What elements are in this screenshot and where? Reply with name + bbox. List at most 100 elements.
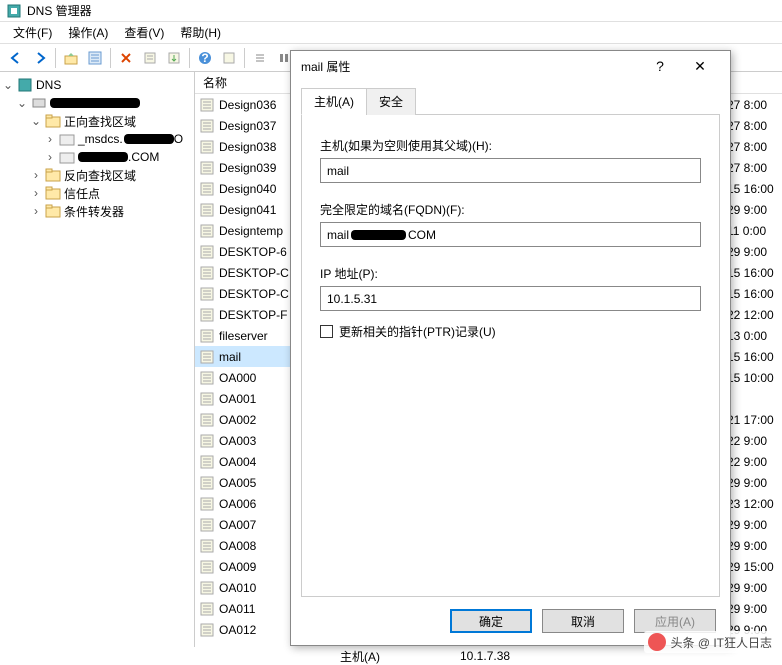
dns-icon [17,77,33,93]
record-name: Design038 [219,140,276,154]
record-name: OA008 [219,539,256,553]
back-button[interactable] [5,47,27,69]
record-icon [199,223,215,239]
record-icon [199,265,215,281]
ptr-label: 更新相关的指针(PTR)记录(U) [339,323,496,340]
refresh-button[interactable] [218,47,240,69]
zone-icon [59,131,75,147]
timestamp-cell: 22 9:00 [727,430,782,451]
tree-reverse-zone[interactable]: › 反向查找区域 [2,166,192,184]
cancel-button[interactable]: 取消 [542,609,624,633]
record-name: Design040 [219,182,276,196]
properties-dialog: mail 属性 ? ✕ 主机(A) 安全 主机(如果为空则使用其父域)(H): … [290,50,731,646]
redacted-text [50,98,140,108]
forward-button[interactable] [29,47,51,69]
menu-file[interactable]: 文件(F) [5,22,60,43]
record-name: OA007 [219,518,256,532]
tree-trust[interactable]: › 信任点 [2,184,192,202]
record-name: OA006 [219,497,256,511]
tree-server[interactable]: ⌄ [2,94,192,112]
timestamp-cell: 27 8:00 [727,94,782,115]
record-icon [199,580,215,596]
checkbox-icon[interactable] [320,325,333,338]
record-icon [199,307,215,323]
record-name: fileserver [219,329,268,343]
expand-icon[interactable]: › [44,150,56,164]
timestamp-column: 27 8:0027 8:0027 8:0027 8:0015 16:0029 9… [727,72,782,647]
help-button[interactable]: ? [194,47,216,69]
export-button[interactable] [163,47,185,69]
record-name: Design039 [219,161,276,175]
timestamp-cell: 23 12:00 [727,493,782,514]
menu-action[interactable]: 操作(A) [60,22,116,43]
timestamp-cell: 29 9:00 [727,199,782,220]
timestamp-cell: 21 17:00 [727,409,782,430]
tree-forward-zone[interactable]: ⌄ 正向查找区域 [2,112,192,130]
menu-help[interactable]: 帮助(H) [172,22,229,43]
record-icon [199,559,215,575]
ptr-checkbox-row[interactable]: 更新相关的指针(PTR)记录(U) [320,323,701,340]
up-button[interactable] [60,47,82,69]
tree-zone[interactable]: › .COM [2,148,192,166]
status-ip: 10.1.7.38 [420,649,550,663]
record-name: OA000 [219,371,256,385]
ip-input[interactable] [320,286,701,311]
timestamp-cell: 27 8:00 [727,157,782,178]
record-icon [199,601,215,617]
timestamp-cell: 29 9:00 [727,598,782,619]
timestamp-cell: 29 9:00 [727,241,782,262]
detail-button[interactable] [84,47,106,69]
ok-button[interactable]: 确定 [450,609,532,633]
record-icon [199,496,215,512]
record-icon [199,538,215,554]
folder-icon [45,167,61,183]
window-title: DNS 管理器 [27,2,92,19]
properties-button[interactable] [139,47,161,69]
expand-icon[interactable]: › [30,204,42,218]
help-button[interactable]: ? [640,58,680,74]
watermark: 头条 @ IT狂人日志 [644,631,776,653]
timestamp-cell: 22 9:00 [727,451,782,472]
record-icon [199,370,215,386]
tree-root[interactable]: ⌄ DNS [2,76,192,94]
apply-button[interactable]: 应用(A) [634,609,716,633]
expand-icon[interactable]: › [44,132,56,146]
record-name: OA005 [219,476,256,490]
record-name: Design036 [219,98,276,112]
close-button[interactable]: ✕ [680,58,720,75]
expand-icon[interactable]: › [30,168,42,182]
record-icon [199,181,215,197]
record-name: OA001 [219,392,256,406]
record-icon [199,412,215,428]
record-icon [199,454,215,470]
tree-panel: ⌄ DNS ⌄ ⌄ 正向查找区域 › _msdcs.O › .COM › 反向查… [0,72,195,647]
host-input[interactable] [320,158,701,183]
timestamp-cell: 11 0:00 [727,220,782,241]
collapse-icon[interactable]: ⌄ [30,114,42,128]
window-title-bar: DNS 管理器 [0,0,782,22]
record-name: OA003 [219,434,256,448]
expand-icon[interactable]: › [30,186,42,200]
dialog-title-bar[interactable]: mail 属性 ? ✕ [291,51,730,81]
collapse-icon[interactable]: ⌄ [2,78,14,92]
record-name: DESKTOP-F [219,308,287,322]
timestamp-cell: 27 8:00 [727,115,782,136]
svg-text:?: ? [201,51,208,65]
collapse-icon[interactable]: ⌄ [16,96,28,110]
menu-bar: 文件(F) 操作(A) 查看(V) 帮助(H) [0,22,782,44]
delete-button[interactable] [115,47,137,69]
tree-msdcs[interactable]: › _msdcs.O [2,130,192,148]
tree-conditional[interactable]: › 条件转发器 [2,202,192,220]
menu-view[interactable]: 查看(V) [116,22,172,43]
list-view-button[interactable] [249,47,271,69]
tab-security[interactable]: 安全 [366,88,416,115]
dialog-title: mail 属性 [301,58,640,75]
tab-page-host: 主机(如果为空则使用其父域)(H): 完全限定的域名(FQDN)(F): mai… [301,115,720,597]
fqdn-input: mailCOM [320,222,701,247]
record-icon [199,433,215,449]
record-icon [199,244,215,260]
host-label: 主机(如果为空则使用其父域)(H): [320,137,701,154]
tab-host[interactable]: 主机(A) [301,88,367,115]
record-name: OA009 [219,560,256,574]
ip-label: IP 地址(P): [320,265,701,282]
